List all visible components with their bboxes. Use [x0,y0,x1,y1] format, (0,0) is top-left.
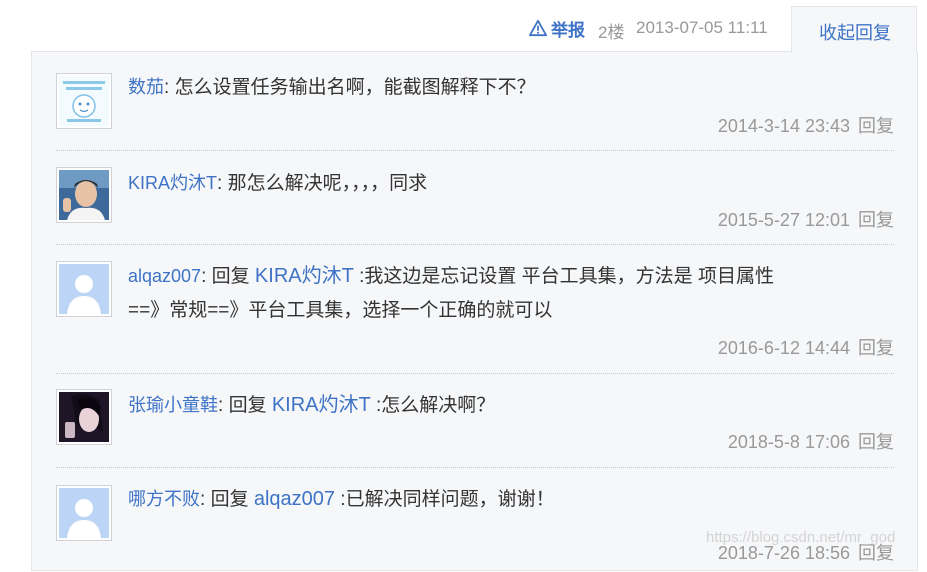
reply-link[interactable]: 回复 [858,116,894,136]
comment-text: 张瑜小童鞋: 回复 KIRA灼沐T :怎么解决啊？ [128,394,496,416]
comment-username[interactable]: 数茄 [128,77,164,97]
comment-content-line-2: ==》常规==》平台工具集，选择一个正确的就可以 [128,300,553,321]
comment-meta: 2016-6-12 14:44 回复 [718,334,894,360]
comment-item: 哪方不败: 回复 alqaz007 :已解决同样问题，谢谢！ 2018-7-26… [56,468,894,572]
post-header: 举报 2楼 2013-07-05 11:11 [0,0,927,50]
comment-content: :已解决同样问题，谢谢！ [335,489,555,510]
report-link[interactable]: 举报 [529,16,585,41]
comment-content: :我这边是忘记设置 平台工具集，方法是 项目属性 [353,266,774,287]
floor-number: 2楼 [598,23,625,42]
avatar[interactable] [56,73,112,129]
comment-meta: 2015-5-27 12:01 回复 [718,206,894,232]
post-timestamp: 2013-07-05 11:11 [636,18,768,37]
comment-text: alqaz007: 回复 KIRA灼沐T :我这边是忘记设置 平台工具集，方法是… [128,265,774,321]
comment-meta: 2018-5-8 17:06 回复 [728,428,894,454]
default-avatar-icon [59,264,109,314]
warning-icon [529,19,547,37]
avatar[interactable] [56,167,112,223]
user-photo-icon [59,170,109,220]
cartoon-avatar-icon [59,76,109,126]
avatar[interactable] [56,261,112,317]
comment-time: 2018-7-26 18:56 [717,543,850,563]
reply-link[interactable]: 回复 [858,432,894,452]
comment-time: 2015-5-27 12:01 [717,210,850,230]
comment-meta: 2014-3-14 23:43 回复 [718,112,894,138]
comment-username[interactable]: alqaz007 [128,266,201,286]
comment-text: KIRA灼沐T: 那怎么解决呢，，，，同求 [128,173,428,194]
comment-time: 2018-5-8 17:06 [727,432,850,452]
comment-time: 2014-3-14 23:43 [717,116,850,136]
comment-time: 2016-6-12 14:44 [717,338,850,358]
comment-content: 怎么设置任务输出名啊，能截图解释下不？ [174,77,536,98]
mention-link[interactable]: KIRA灼沐T [255,265,354,287]
reply-link[interactable]: 回复 [858,543,894,563]
comment-content: :怎么解决啊？ [370,395,496,416]
comment-text: 哪方不败: 回复 alqaz007 :已解决同样问题，谢谢！ [128,488,555,510]
avatar[interactable] [56,389,112,445]
avatar[interactable] [56,485,112,541]
collapse-replies-tab[interactable]: 收起回复 [791,6,917,52]
watermark: https://blog.csdn.net/mr_god [706,529,896,546]
comment-username[interactable]: 张瑜小童鞋 [128,395,218,415]
report-label[interactable]: 举报 [551,16,585,41]
default-avatar-icon [59,488,109,538]
mention-link[interactable]: alqaz007 [254,488,335,510]
comment-item: alqaz007: 回复 KIRA灼沐T :我这边是忘记设置 平台工具集，方法是… [56,245,894,374]
comment-item: 数茄: 怎么设置任务输出名啊，能截图解释下不？ 2014-3-14 23:43 回… [56,52,894,151]
comment-item: KIRA灼沐T: 那怎么解决呢，，，，同求 2015-5-27 12:01 回复 [56,151,894,245]
comment-username[interactable]: KIRA灼沐T [128,173,217,193]
user-photo-icon [59,392,109,442]
reply-link[interactable]: 回复 [858,338,894,358]
mention-link[interactable]: KIRA灼沐T [272,394,371,416]
comment-item: 张瑜小童鞋: 回复 KIRA灼沐T :怎么解决啊？ 2018-5-8 17:06… [56,374,894,468]
comment-content: 那怎么解决呢，，，，同求 [227,173,428,194]
collapse-replies-label[interactable]: 收起回复 [819,19,891,45]
comment-username[interactable]: 哪方不败 [128,489,200,509]
reply-panel: 数茄: 怎么设置任务输出名啊，能截图解释下不？ 2014-3-14 23:43 回… [31,51,918,571]
reply-link[interactable]: 回复 [858,210,894,230]
comment-text: 数茄: 怎么设置任务输出名啊，能截图解释下不？ [128,77,536,98]
